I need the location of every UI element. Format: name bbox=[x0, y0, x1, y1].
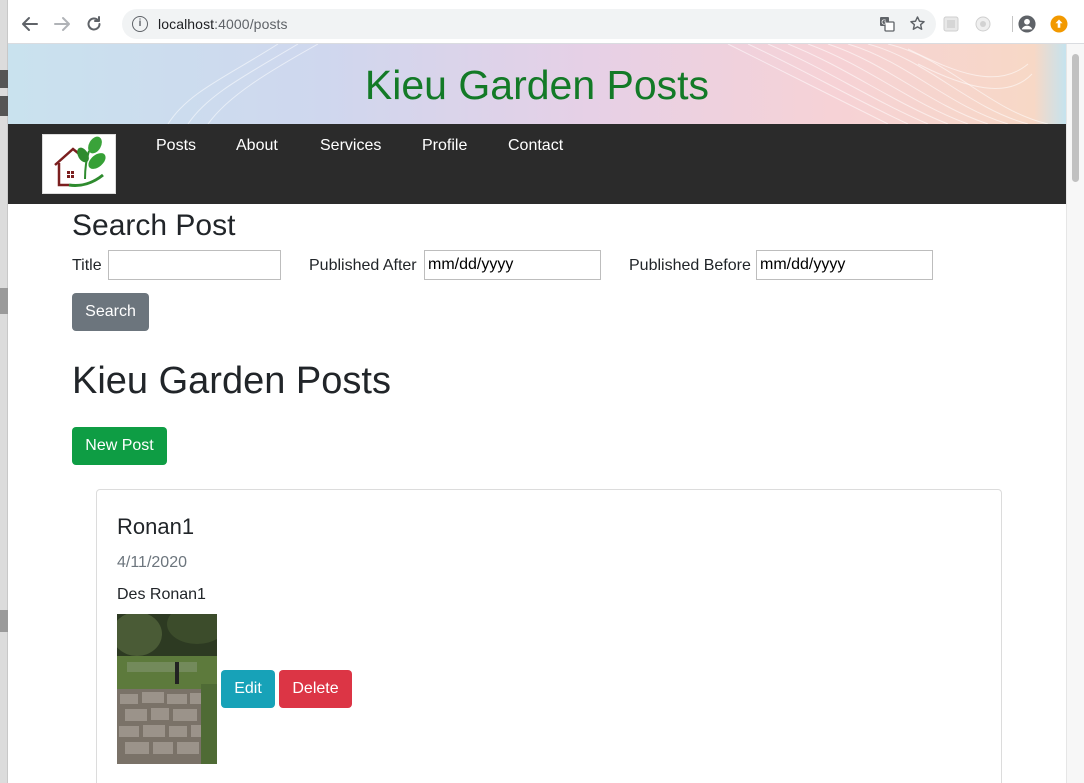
profile-icon[interactable] bbox=[1018, 15, 1036, 33]
browser-toolbar: i localhost:4000/posts G bbox=[8, 0, 1084, 44]
svg-text:G: G bbox=[881, 18, 886, 26]
published-after-label: Published After bbox=[309, 257, 417, 274]
toolbar-divider bbox=[1012, 16, 1013, 32]
search-button[interactable]: Search bbox=[72, 293, 149, 331]
delete-button[interactable]: Delete bbox=[279, 670, 352, 708]
published-before-input[interactable] bbox=[756, 250, 933, 280]
translate-icon[interactable]: G bbox=[878, 16, 896, 32]
page: Kieu Garden Posts Posts About Services P… bbox=[8, 44, 1066, 783]
title-input[interactable] bbox=[108, 250, 281, 280]
extension-icon[interactable] bbox=[974, 15, 992, 33]
posts-heading: Kieu Garden Posts bbox=[72, 360, 391, 402]
nav-item-about[interactable]: About bbox=[236, 137, 278, 155]
nav-item-contact[interactable]: Contact bbox=[508, 137, 563, 155]
edit-button[interactable]: Edit bbox=[221, 670, 275, 708]
site-title: Kieu Garden Posts bbox=[364, 62, 710, 108]
post-title: Ronan1 bbox=[117, 514, 195, 539]
navbar: Posts About Services Profile Contact bbox=[8, 124, 1066, 204]
header-banner: Kieu Garden Posts bbox=[8, 44, 1066, 124]
forward-arrow-icon[interactable] bbox=[50, 12, 74, 36]
info-icon[interactable]: i bbox=[132, 16, 148, 32]
site-logo[interactable] bbox=[42, 134, 116, 194]
scrollbar-thumb[interactable] bbox=[1072, 54, 1079, 182]
reload-icon[interactable] bbox=[82, 12, 106, 36]
extension-icon[interactable] bbox=[942, 15, 960, 33]
new-post-button[interactable]: New Post bbox=[72, 427, 167, 465]
back-arrow-icon[interactable] bbox=[18, 12, 42, 36]
url-text: localhost:4000/posts bbox=[158, 16, 288, 32]
page-scrollbar[interactable] bbox=[1066, 44, 1084, 783]
star-icon[interactable] bbox=[908, 15, 926, 31]
title-label: Title bbox=[72, 257, 102, 274]
background-window-edge bbox=[0, 0, 8, 783]
update-icon[interactable] bbox=[1050, 15, 1068, 33]
nav-item-profile[interactable]: Profile bbox=[422, 137, 467, 155]
published-after-input[interactable] bbox=[424, 250, 601, 280]
nav-item-services[interactable]: Services bbox=[320, 137, 381, 155]
post-description: Des Ronan1 bbox=[117, 586, 206, 603]
post-date: 4/11/2020 bbox=[117, 554, 187, 571]
search-heading: Search Post bbox=[72, 209, 236, 242]
address-bar[interactable]: i localhost:4000/posts G bbox=[122, 9, 936, 39]
post-image bbox=[117, 614, 217, 764]
nav-item-posts[interactable]: Posts bbox=[156, 137, 196, 155]
house-leaf-logo-icon bbox=[54, 136, 106, 187]
published-before-label: Published Before bbox=[629, 257, 751, 274]
post-card: Ronan1 4/11/2020 Des Ronan1 Edit Delete bbox=[96, 489, 1002, 783]
